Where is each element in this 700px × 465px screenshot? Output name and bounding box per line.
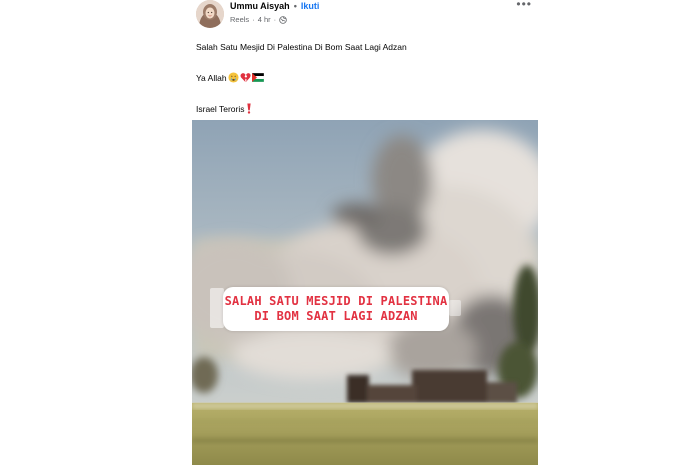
post-meta: Reels · 4 hr · — [230, 15, 287, 24]
follow-button[interactable]: Ikuti — [301, 1, 320, 11]
meta-separator: · — [252, 15, 255, 24]
author-name[interactable]: Ummu Aisyah — [230, 1, 290, 11]
overlay-line-1: SALAH SATU MESJID DI PALESTINA — [224, 294, 448, 308]
more-options-button[interactable]: ••• — [516, 0, 532, 10]
palestine-flag-emoji — [251, 73, 264, 82]
facebook-post: Ummu Aisyah • Ikuti Reels · 4 hr · ••• S… — [192, 0, 538, 465]
post-header: Ummu Aisyah • Ikuti — [230, 0, 319, 12]
source-label[interactable]: Reels — [230, 15, 249, 24]
blurred-text-ghost — [449, 300, 461, 316]
reel-video[interactable]: SALAH SATU MESJID DI PALESTINA DI BOM SA… — [192, 120, 538, 465]
overlay-line-2: DI BOM SAAT LAGI ADZAN — [254, 309, 418, 323]
meta-separator: · — [273, 15, 277, 24]
broken-heart-emoji — [240, 73, 251, 83]
avatar[interactable] — [196, 0, 224, 28]
caption-line-2: Ya Allah — [196, 72, 264, 83]
blurred-text-ghost — [210, 288, 224, 328]
crying-face-emoji — [228, 72, 239, 83]
separator-dot: • — [293, 1, 297, 11]
timestamp[interactable]: 4 hr — [258, 15, 271, 24]
globe-icon — [279, 15, 287, 24]
red-exclamation-emoji — [246, 103, 251, 114]
caption-line-3: Israel Teroris — [196, 103, 252, 114]
video-text-overlay: SALAH SATU MESJID DI PALESTINA DI BOM SA… — [223, 287, 449, 331]
caption-line-1: Salah Satu Mesjid Di Palestina Di Bom Sa… — [196, 42, 407, 52]
